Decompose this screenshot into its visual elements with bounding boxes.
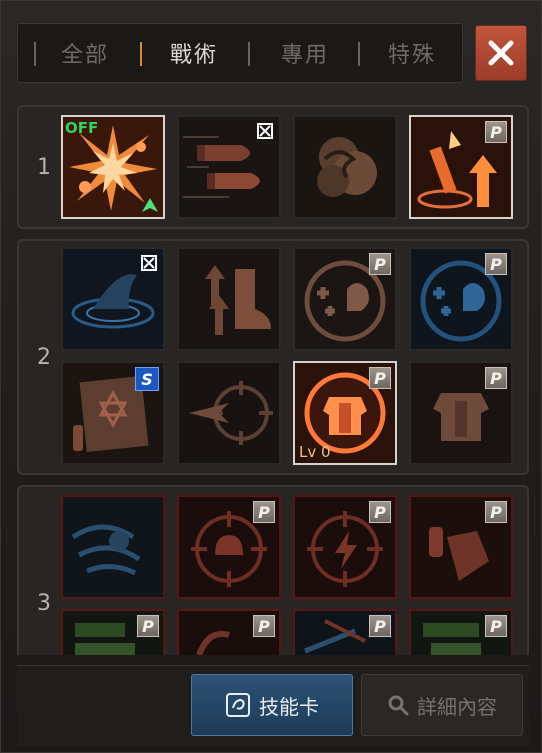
special-badge: S xyxy=(135,367,159,391)
passive-badge: P xyxy=(485,501,507,523)
skill-group-1: 1 OFF P xyxy=(17,105,529,229)
group-number: 1 xyxy=(37,155,51,180)
close-button[interactable] xyxy=(475,25,527,81)
skill-slot-heal-ring-blue[interactable]: P xyxy=(409,247,513,351)
upgrade-arrow-icon xyxy=(142,198,158,212)
off-label: OFF xyxy=(65,119,99,137)
skill-slot-flare[interactable]: P xyxy=(409,115,513,219)
speed-boots-skill-icon xyxy=(179,249,279,349)
skill-slot-smoke[interactable] xyxy=(293,115,397,219)
passive-badge: P xyxy=(485,615,507,637)
tab-all[interactable]: 全部 xyxy=(46,24,124,82)
cooldown-lock-icon xyxy=(257,123,273,139)
tab-tactics[interactable]: 戰術 xyxy=(152,24,236,82)
skill-slot-hex-scroll[interactable]: S xyxy=(61,361,165,465)
tab-divider xyxy=(34,42,36,66)
tab-divider xyxy=(358,42,360,66)
passive-badge: P xyxy=(369,615,391,637)
tab-bar: 全部 戰術 專用 特殊 xyxy=(17,23,463,83)
skill-group-2: 2 P P S P Lv 0 P xyxy=(17,239,529,475)
passive-badge: P xyxy=(253,501,275,523)
skill-panel: 全部 戰術 專用 特殊 1 OFF P 2 P P S P Lv 0 P 3 P… xyxy=(0,0,542,753)
skill-slot-shield-round[interactable]: P xyxy=(409,495,513,599)
skill-slot-crosshair-burst[interactable] xyxy=(177,361,281,465)
skill-slot-wind[interactable] xyxy=(61,495,165,599)
passive-badge: P xyxy=(369,253,391,275)
tab-special[interactable]: 特殊 xyxy=(370,24,454,82)
passive-badge: P xyxy=(253,615,275,637)
close-x-icon xyxy=(488,40,514,66)
skill-slot-boots[interactable] xyxy=(177,247,281,351)
cooldown-lock-icon xyxy=(141,255,157,271)
passive-badge: P xyxy=(369,501,391,523)
skill-slot-fin[interactable] xyxy=(61,247,165,351)
skill-slot-ammo-green[interactable]: P xyxy=(61,609,165,655)
skill-slot-target-lightning[interactable]: P xyxy=(293,495,397,599)
bottom-bar: 技能卡 詳細內容 xyxy=(17,665,529,746)
skill-slot-rune[interactable]: P xyxy=(177,609,281,655)
skill-slot-bullets[interactable] xyxy=(177,115,281,219)
details-button[interactable]: 詳細內容 xyxy=(361,674,523,736)
tab-divider xyxy=(248,42,250,66)
skill-card-button[interactable]: 技能卡 xyxy=(191,674,353,736)
search-icon xyxy=(388,695,409,716)
group-number: 3 xyxy=(37,591,51,616)
passive-badge: P xyxy=(485,121,507,143)
skill-slot-armor-ring[interactable]: P Lv 0 xyxy=(293,361,397,465)
details-label: 詳細內容 xyxy=(417,694,497,719)
skill-slot-ammo-green-2[interactable]: P xyxy=(409,609,513,655)
passive-badge: P xyxy=(485,253,507,275)
passive-badge: P xyxy=(369,367,391,389)
skill-slot-armor[interactable]: P xyxy=(409,361,513,465)
skill-card-label: 技能卡 xyxy=(259,694,319,719)
passive-badge: P xyxy=(485,367,507,389)
skill-slot-target-helmet[interactable]: P xyxy=(177,495,281,599)
skill-group-3: 3 P P P P P P P xyxy=(17,485,529,655)
group-number: 2 xyxy=(37,345,51,370)
skill-level-label: Lv 0 xyxy=(299,443,331,461)
skill-list[interactable]: 1 OFF P 2 P P S P Lv 0 P 3 P P P P P P P xyxy=(17,97,529,655)
wind-run-skill-icon xyxy=(63,497,163,597)
skill-card-icon xyxy=(226,693,250,717)
passive-badge: P xyxy=(137,615,159,637)
skill-slot-explosion[interactable]: OFF xyxy=(61,115,165,219)
smoke-skill-icon xyxy=(295,117,395,217)
skill-slot-beam[interactable]: P xyxy=(293,609,397,655)
crosshair-burst-skill-icon xyxy=(179,363,279,463)
tab-divider-active xyxy=(140,42,142,66)
skill-slot-heal-ring[interactable]: P xyxy=(293,247,397,351)
tab-exclusive[interactable]: 專用 xyxy=(260,24,350,82)
